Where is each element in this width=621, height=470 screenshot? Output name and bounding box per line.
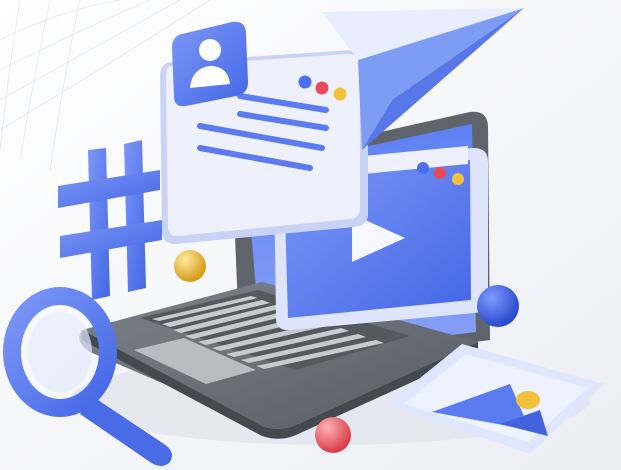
illustration-scene [0, 0, 621, 470]
window-dot-yellow [452, 173, 464, 185]
sphere-blue [477, 285, 519, 327]
sphere-yellow [174, 250, 206, 282]
card-dot-blue [298, 75, 312, 89]
card-dot-red [315, 81, 329, 95]
user-icon [172, 21, 248, 107]
window-dot-blue [417, 162, 429, 174]
sphere-red [315, 417, 351, 453]
card-dot-yellow [333, 87, 347, 101]
window-dot-red [434, 167, 446, 179]
